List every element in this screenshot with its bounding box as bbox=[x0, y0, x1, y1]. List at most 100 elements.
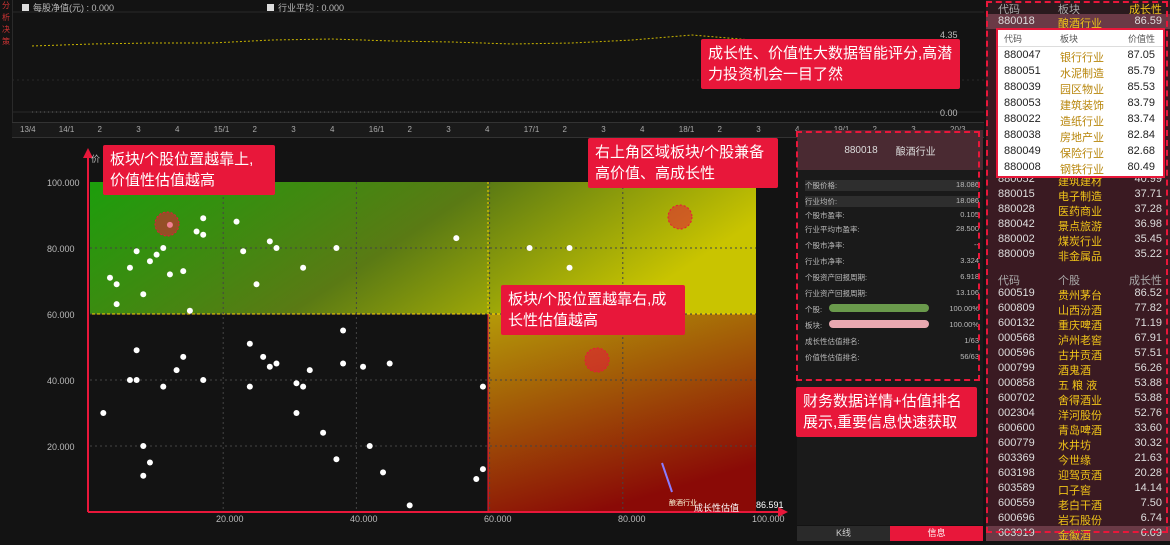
scatter-point[interactable] bbox=[266, 238, 273, 245]
date-tick: 14/1 bbox=[58, 125, 75, 134]
date-tick: 3 bbox=[291, 125, 296, 134]
scatter-point[interactable] bbox=[293, 380, 300, 387]
rail-char: 分 bbox=[2, 1, 10, 10]
highlight-marker bbox=[584, 347, 610, 373]
x-tick: 80.000 bbox=[618, 514, 646, 524]
rail-char: 析 bbox=[2, 13, 10, 22]
scatter-point[interactable] bbox=[160, 245, 167, 251]
x-tick: 20.000 bbox=[216, 514, 244, 524]
scatter-point[interactable] bbox=[240, 248, 247, 255]
tab-kline[interactable]: K线 bbox=[797, 526, 890, 541]
date-tick: 3 bbox=[601, 125, 606, 134]
scatter-point[interactable] bbox=[146, 459, 153, 466]
callout-top-right: 成长性、价值性大数据智能评分,高潜力投资机会一目了然 bbox=[701, 39, 960, 89]
scatter-point[interactable] bbox=[166, 271, 173, 278]
legend-toggle-icon[interactable] bbox=[22, 4, 29, 11]
date-tick: 4 bbox=[175, 125, 180, 134]
callout-middle: 板块/个股位置越靠右,成长性估值越高 bbox=[501, 285, 685, 335]
scatter-point[interactable] bbox=[146, 258, 153, 265]
scatter-point[interactable] bbox=[526, 245, 533, 251]
scatter-point[interactable] bbox=[453, 235, 460, 242]
date-tick: 16/1 bbox=[368, 125, 385, 134]
date-tick: 3 bbox=[136, 125, 141, 134]
date-tick: 3 bbox=[756, 125, 761, 134]
scatter-point[interactable] bbox=[126, 377, 133, 383]
scatter-point[interactable] bbox=[566, 245, 573, 251]
scatter-point[interactable] bbox=[273, 360, 280, 367]
scatter-point[interactable] bbox=[133, 377, 140, 383]
scatter-point[interactable] bbox=[300, 383, 307, 390]
scatter-point[interactable] bbox=[566, 264, 573, 271]
scatter-point[interactable] bbox=[340, 327, 347, 334]
scatter-point[interactable] bbox=[246, 383, 253, 390]
scatter-point[interactable] bbox=[406, 502, 413, 509]
legend-toggle-icon[interactable] bbox=[267, 4, 274, 11]
scatter-point[interactable] bbox=[333, 245, 340, 251]
scatter-point[interactable] bbox=[340, 360, 347, 367]
scatter-point[interactable] bbox=[233, 218, 240, 225]
scatter-point[interactable] bbox=[140, 443, 147, 449]
scatter-point[interactable] bbox=[140, 291, 147, 298]
scatter-point[interactable] bbox=[386, 360, 393, 367]
date-tick: 3 bbox=[446, 125, 451, 134]
scatter-point[interactable] bbox=[333, 456, 340, 463]
rail-char: 策 bbox=[2, 37, 10, 46]
high-growth-zone bbox=[488, 314, 756, 512]
scatter-point[interactable] bbox=[113, 301, 120, 308]
scatter-point[interactable] bbox=[140, 472, 147, 479]
scatter-point[interactable] bbox=[360, 363, 367, 370]
scatter-point[interactable] bbox=[186, 307, 193, 314]
scatter-point[interactable] bbox=[133, 347, 140, 354]
scatter-point[interactable] bbox=[293, 410, 300, 416]
callout-bottom-right: 财务数据详情+估值排名展示,重要信息快速获取 bbox=[796, 387, 977, 437]
scatter-point[interactable] bbox=[100, 410, 107, 416]
y-tick: 100.000 bbox=[47, 178, 80, 188]
selected-point-label: 酿酒行业 bbox=[669, 500, 697, 507]
x-readout: 86.591 bbox=[756, 500, 784, 510]
scatter-point[interactable] bbox=[113, 281, 120, 288]
x-tick: 100.000 bbox=[752, 514, 785, 524]
y-tick: 20.000 bbox=[47, 442, 75, 452]
scatter-point[interactable] bbox=[200, 215, 207, 222]
scatter-point[interactable] bbox=[106, 274, 113, 281]
scatter-point[interactable] bbox=[266, 363, 273, 370]
scatter-point[interactable] bbox=[479, 383, 486, 390]
scatter-point[interactable] bbox=[200, 377, 207, 383]
scatter-point[interactable] bbox=[160, 383, 167, 390]
avg-legend[interactable]: 行业平均 : 0.000 bbox=[267, 1, 344, 14]
highlight-marker bbox=[667, 204, 693, 230]
scatter-svg[interactable] bbox=[40, 140, 792, 540]
x-tick: 40.000 bbox=[350, 514, 378, 524]
scatter-point[interactable] bbox=[253, 281, 260, 288]
date-tick: 2 bbox=[562, 125, 567, 134]
scatter-point[interactable] bbox=[479, 466, 486, 473]
scatter-point[interactable] bbox=[473, 476, 480, 482]
scatter-point[interactable] bbox=[173, 367, 180, 374]
eps-legend[interactable]: 每股净值(元) : 0.000 bbox=[22, 1, 114, 14]
scatter-point[interactable] bbox=[260, 353, 267, 360]
scatter-point[interactable] bbox=[380, 469, 387, 476]
x-tick: 60.000 bbox=[484, 514, 512, 524]
y-tick: 40.000 bbox=[47, 376, 75, 386]
date-tick: 4 bbox=[640, 125, 645, 134]
scatter-point[interactable] bbox=[153, 251, 160, 258]
scatter-point[interactable] bbox=[193, 228, 200, 235]
valuation-scatter[interactable]: 价 100.000 80.000 60.000 40.000 20.000 20… bbox=[40, 140, 792, 540]
scatter-point[interactable] bbox=[180, 268, 187, 275]
scatter-point[interactable] bbox=[246, 340, 253, 347]
rail-char: 决 bbox=[2, 25, 10, 34]
scatter-point[interactable] bbox=[273, 245, 280, 251]
scatter-point[interactable] bbox=[200, 231, 207, 238]
date-tick: 2 bbox=[407, 125, 412, 134]
scatter-point[interactable] bbox=[180, 353, 187, 360]
date-tick: 2 bbox=[97, 125, 102, 134]
scatter-point[interactable] bbox=[320, 429, 327, 436]
y-axis-title: 价 bbox=[91, 154, 101, 164]
scatter-point[interactable] bbox=[366, 443, 373, 449]
tab-info[interactable]: 信息 bbox=[890, 526, 983, 541]
scatter-point[interactable] bbox=[133, 248, 140, 255]
scatter-point[interactable] bbox=[306, 367, 313, 374]
scatter-point[interactable] bbox=[300, 264, 307, 271]
callout-upper-left: 板块/个股位置越靠上,价值性估值越高 bbox=[103, 145, 275, 195]
scatter-point[interactable] bbox=[126, 264, 133, 271]
